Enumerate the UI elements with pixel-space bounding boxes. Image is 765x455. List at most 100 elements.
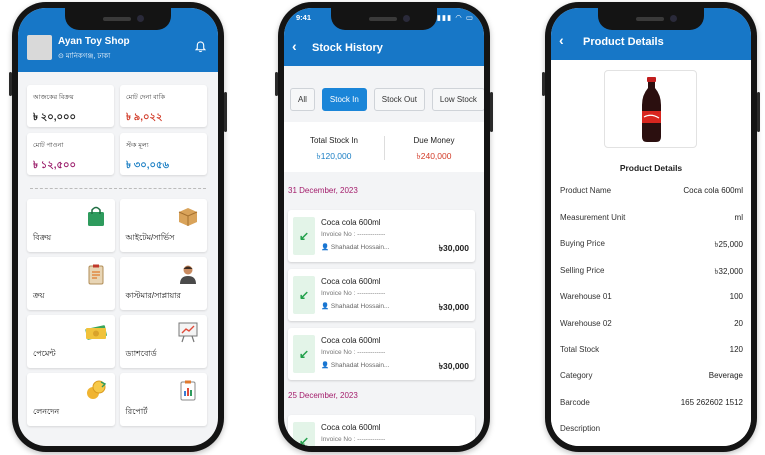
summary-label: Total Stock In [309,136,359,145]
soda-bottle-icon [642,77,661,142]
stat-card-stock-value[interactable]: স্টক মূল্য ৳ ৩০,০৫৬ [120,133,207,175]
menu-label: লেনদেন [33,407,60,416]
menu-label: কাস্টমার/সাপ্লায়ার [125,291,181,300]
user-icon: 👤 [321,244,331,251]
transaction-card[interactable]: ↙ Coca cola 600ml Invoice No : ---------… [288,269,475,321]
stat-value: ৳ ৯,০২২ [126,112,163,123]
stat-value: ৳ ২০,০০০ [33,112,77,123]
product-details-screen: ‹ Product Details Product Details Produc… [551,8,751,446]
item-name: Coca cola 600ml [321,336,381,345]
coin-exchange-icon [86,380,106,399]
detail-row-barcode: Barcode 165 262602 1512 [560,398,743,407]
user-name: 👤 Shahadat Hossain... [321,303,390,310]
menu-dashboard[interactable]: ড্যাশবোর্ড [119,315,207,368]
user-name: 👤 Shahadat Hossain... [321,244,390,251]
page-title: Product Details [583,36,664,48]
menu-transactions[interactable]: লেনদেন [27,373,115,426]
filter-chip-low-stock[interactable]: Low Stock [431,88,484,111]
user-icon: 👤 [321,362,331,369]
stock-in-arrow-icon: ↙ [293,422,315,446]
summary-total-stock-in: Total Stock In ৳120,000 [284,136,384,164]
menu-sales[interactable]: বিক্রয় [27,199,115,252]
stat-card-total-due[interactable]: মোট দেনা বাকি ৳ ৯,০২২ [120,85,207,127]
user-name: 👤 Shahadat Hossain... [321,362,390,369]
detail-row-category: Category Beverage [560,371,743,380]
stat-card-total-receivable[interactable]: মোট পাওনা ৳ ১২,৫০০ [27,133,114,175]
amount: ৳30,000 [438,361,469,371]
menu-payment[interactable]: পেমেন্ট [27,315,115,368]
invoice-no: Invoice No : ------------- [321,231,386,238]
summary-value: ৳120,000 [316,151,352,161]
menu-report[interactable]: রিপোর্ট [119,373,207,426]
stat-value: ৳ ৩০,০৫৬ [126,160,170,171]
item-name: Coca cola 600ml [321,277,381,286]
invoice-no: Invoice No : ------------- [321,436,386,443]
battery-icon: ▭ [465,13,474,22]
summary-label: Due Money [413,136,455,145]
transaction-card[interactable]: ↙ Coca cola 600ml Invoice No : ---------… [288,328,475,380]
transaction-card[interactable]: ↙ Coca cola 600ml Invoice No : ---------… [288,210,475,262]
wifi-icon: ◠ [455,13,463,22]
stock-summary: Total Stock In ৳120,000 Due Money ৳240,0… [284,122,484,172]
back-arrow-icon[interactable]: ‹ [292,38,297,54]
invoice-no: Invoice No : ------------- [321,349,386,356]
presentation-board-icon [178,322,198,343]
phone-notch [598,8,704,30]
stat-label: মোট দেনা বাকি [126,94,166,101]
summary-due-money: Due Money ৳240,000 [384,136,484,164]
status-time: 9:41 [296,13,312,22]
shopping-bag-icon [87,206,104,226]
date-header: 31 December, 2023 [288,186,358,195]
menu-label: রিপোর্ট [125,407,148,416]
product-image[interactable] [604,70,697,148]
filter-chip-stock-out[interactable]: Stock Out [373,88,425,111]
phone-side-button [9,72,12,96]
menu-label: বিক্রয় [33,233,52,242]
page-title: Stock History [312,42,383,54]
detail-row-warehouse-01: Warehouse 01 100 [560,292,743,301]
report-clipboard-icon [180,380,196,401]
phone-dashboard: Ayan Toy Shop ⊙ মানিকগঞ্জ, ঢাকা আজকের বি… [9,2,227,452]
shop-avatar[interactable] [27,35,52,60]
menu-purchase[interactable]: ক্রয় [27,257,115,310]
stat-card-today-sales[interactable]: আজকের বিক্রয় ৳ ২০,০০০ [27,85,114,127]
dashed-divider [30,188,206,189]
stock-in-arrow-icon: ↙ [293,217,315,255]
filter-chips: All Stock In Stock Out Low Stock [290,88,484,111]
transaction-card[interactable]: ↙ Coca cola 600ml Invoice No : ---------… [288,415,475,446]
amount: ৳30,000 [438,302,469,312]
detail-row-total-stock: Total Stock 120 [560,345,743,354]
menu-grid: বিক্রয় আইটেম/সার্ভিস ক্রয় কাস্টমার/সাপ… [27,199,207,426]
detail-row-measurement-unit: Measurement Unit ml [560,213,743,222]
invoice-no: Invoice No : ------------- [321,290,386,297]
summary-value: ৳240,000 [416,151,452,161]
dashboard-screen: Ayan Toy Shop ⊙ মানিকগঞ্জ, ঢাকা আজকের বি… [18,8,218,446]
stat-label: স্টক মূল্য [126,142,149,149]
amount: ৳30,000 [438,243,469,253]
back-arrow-icon[interactable]: ‹ [559,32,564,48]
shop-location: ⊙ মানিকগঞ্জ, ঢাকা [58,53,111,60]
detail-row-warehouse-02: Warehouse 02 20 [560,319,743,328]
menu-label: ক্রয় [33,291,45,300]
phone-side-button [757,92,760,132]
menu-label: ড্যাশবোর্ড [125,349,157,358]
phone-side-button [224,92,227,132]
user-icon: 👤 [321,303,331,310]
phone-notch [65,8,171,30]
phone-side-button [275,72,278,96]
item-name: Coca cola 600ml [321,423,381,432]
person-icon [180,265,196,284]
status-icons: ▮▮▮ ◠ ▭ [437,13,474,22]
menu-items-services[interactable]: আইটেম/সার্ভিস [119,199,207,252]
phone-stock-history: 9:41 ▮▮▮ ◠ ▭ ‹ Stock History All Stock I… [275,2,493,452]
menu-customer-supplier[interactable]: কাস্টমার/সাপ্লায়ার [119,257,207,310]
bell-icon[interactable] [195,41,206,53]
item-name: Coca cola 600ml [321,218,381,227]
detail-row-description: Description [560,424,601,433]
filter-chip-all[interactable]: All [290,88,315,111]
detail-row-product-name: Product Name Coca cola 600ml [560,186,743,195]
date-header: 25 December, 2023 [288,391,358,400]
filter-chip-stock-in[interactable]: Stock In [321,88,367,111]
menu-label: আইটেম/সার্ভিস [125,233,175,242]
detail-row-selling-price: Selling Price ৳32,000 [560,266,743,276]
